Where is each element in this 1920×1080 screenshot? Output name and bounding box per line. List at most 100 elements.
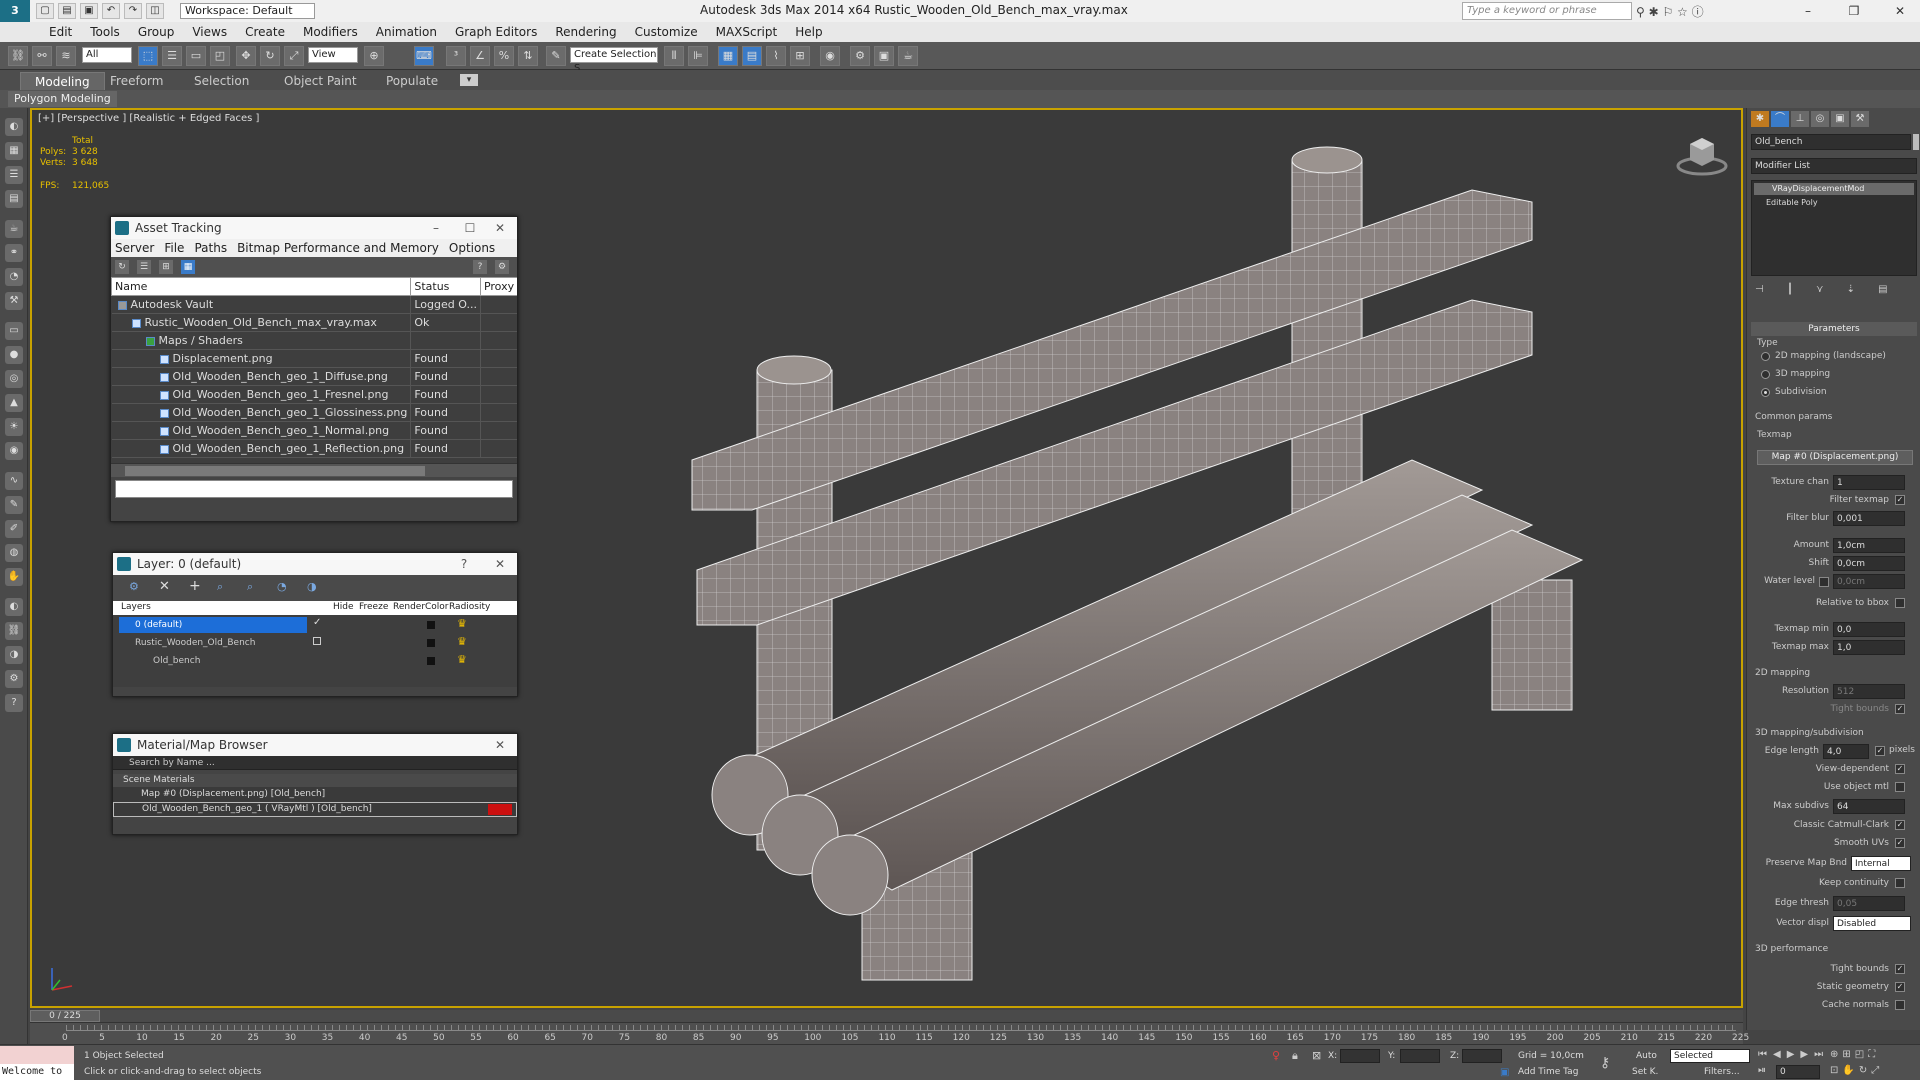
cache-normals-checkbox[interactable] [1895, 1000, 1905, 1010]
menu-customize[interactable]: Customize [626, 25, 707, 39]
layer-color-swatch[interactable] [427, 657, 435, 665]
mirror-icon[interactable]: ⫴ [664, 46, 684, 66]
menu-graph-editors[interactable]: Graph Editors [446, 25, 546, 39]
maxscript-listener[interactable]: Welcome to [0, 1046, 74, 1080]
absolute-mode-icon[interactable]: ⊠ [1312, 1049, 1321, 1062]
bench-3d-model[interactable] [632, 130, 1732, 990]
cone-icon[interactable]: ▲ [5, 394, 23, 412]
freeze-all-icon[interactable]: ◑ [307, 580, 317, 593]
viewport-nav-controls[interactable]: ⊕⊞◰⛶ [1830, 1049, 1879, 1060]
window-crossing-icon[interactable]: ◰ [210, 46, 230, 66]
grid-icon[interactable]: ▤ [5, 190, 23, 208]
column-proxy[interactable]: Proxy [479, 277, 517, 296]
time-slider[interactable]: 0 / 225 [30, 1010, 1743, 1022]
radiosity-icon[interactable]: ♛ [457, 617, 467, 630]
texmap-max-field[interactable]: 1,0 [1833, 640, 1905, 655]
select-layer-icon[interactable]: ⌕ [217, 580, 223, 594]
asset-path-field[interactable] [115, 480, 513, 498]
align-icon[interactable]: ⊫ [688, 46, 708, 66]
pixels-checkbox[interactable]: ✓ [1875, 746, 1885, 756]
select-by-name-icon[interactable]: ☰ [162, 46, 182, 66]
utilities-tab-icon[interactable]: ⚒ [1851, 111, 1869, 127]
box-icon[interactable]: ▭ [5, 322, 23, 340]
texmap-min-field[interactable]: 0,0 [1833, 622, 1905, 637]
maximize-icon[interactable]: ☐ [457, 217, 483, 239]
keep-continuity-checkbox[interactable] [1895, 878, 1905, 888]
table-row[interactable]: Old_Wooden_Bench_geo_1_Normal.png Found [111, 421, 517, 440]
camera-icon[interactable]: ◉ [5, 442, 23, 460]
add-time-tag[interactable]: Add Time Tag [1518, 1067, 1578, 1077]
help-icon[interactable]: ? [473, 260, 487, 274]
stack-item-vray-displacement[interactable]: VRayDisplacementMod [1754, 183, 1914, 195]
material-browser-titlebar[interactable]: Material/Map Browser ✕ [113, 734, 517, 756]
hand-icon[interactable]: ✋ [5, 568, 23, 586]
auto-key-button[interactable]: Auto [1636, 1051, 1657, 1061]
scrollbar-thumb[interactable] [125, 466, 425, 476]
layer-color-swatch[interactable] [427, 621, 435, 629]
stack-item-editable-poly[interactable]: Editable Poly [1754, 197, 1914, 209]
menu-bitmap-performance[interactable]: Bitmap Performance and Memory [237, 239, 439, 257]
search-input[interactable]: Type a keyword or phrase [1462, 2, 1632, 20]
smooth-uvs-checkbox[interactable]: ✓ [1895, 838, 1905, 848]
help-icon[interactable]: ? [5, 694, 23, 712]
tab-populate[interactable]: Populate [372, 72, 452, 90]
menu-options[interactable]: Options [449, 239, 495, 257]
track-bar[interactable]: 0 5 10 15 20 25 30 35 40 45 50 55 60 65 70 75 80 85 90 95 10… [30, 1022, 1749, 1044]
material-list-item[interactable]: Old_Wooden_Bench_geo_1 ( VRayMtl ) [Old_… [113, 802, 517, 817]
layer-row[interactable]: Old_bench [119, 653, 200, 671]
column-hide[interactable]: Hide [333, 602, 354, 612]
render-setup-icon[interactable]: ⚙ [850, 46, 870, 66]
menu-create[interactable]: Create [236, 25, 294, 39]
reactor-icon[interactable]: ◑ [5, 646, 23, 664]
menu-rendering[interactable]: Rendering [546, 25, 625, 39]
radio-3d-mapping[interactable] [1761, 370, 1770, 379]
relative-bbox-checkbox[interactable] [1895, 598, 1905, 608]
viewport-orbit-controls[interactable]: ⊡✋↻⤢ [1830, 1065, 1883, 1076]
motion-tab-icon[interactable]: ◎ [1811, 111, 1829, 127]
max-subdivs-field[interactable]: 64 [1833, 799, 1905, 814]
link-helper-icon[interactable]: ⛓ [5, 622, 23, 640]
menu-tools[interactable]: Tools [81, 25, 129, 39]
layer-color-swatch[interactable] [427, 639, 435, 647]
percent-snap-icon[interactable]: % [494, 46, 514, 66]
table-row[interactable]: Old_Wooden_Bench_geo_1_Reflection.png Fou… [111, 439, 517, 458]
horizontal-scrollbar[interactable] [111, 463, 517, 477]
preserve-map-bnd-dropdown[interactable]: Internal [1851, 856, 1911, 871]
curve-editor-icon[interactable]: ⌇ [766, 46, 786, 66]
menu-maxscript[interactable]: MAXScript [707, 25, 787, 39]
table-row[interactable]: Old_Wooden_Bench_geo_1_Diffuse.png Found [111, 367, 517, 386]
key-icon[interactable]: ⚷ [1600, 1055, 1610, 1071]
classic-catmull-checkbox[interactable]: ✓ [1895, 820, 1905, 830]
unlink-icon[interactable]: ⚯ [32, 46, 52, 66]
redo-icon[interactable]: ↷ [124, 3, 142, 19]
settings-icon[interactable]: ⚙ [495, 260, 509, 274]
light-icon[interactable]: ☀ [5, 418, 23, 436]
object-name-field[interactable]: Old_bench [1751, 134, 1911, 150]
angle-snap-icon[interactable]: ∠ [470, 46, 490, 66]
filter-texmap-checkbox[interactable]: ✓ [1895, 495, 1905, 505]
table-row[interactable]: Old_Wooden_Bench_geo_1_Glossiness.png Fou… [111, 403, 517, 422]
infocenter-icons[interactable]: ⚲ ✱ ⚐ ☆ ⓘ [1636, 3, 1704, 20]
snaps-toggle-icon[interactable]: ³ [446, 46, 466, 66]
close-icon[interactable]: ✕ [487, 217, 513, 239]
menu-server[interactable]: Server [115, 239, 154, 257]
delete-layer-icon[interactable]: ✕ [159, 579, 170, 594]
gizmo-icon[interactable]: ⚭ [5, 244, 23, 262]
table-row[interactable]: Maps / Shaders [111, 331, 517, 350]
texmap-button[interactable]: Map #0 (Displacement.png) [1757, 450, 1913, 465]
new-file-icon[interactable]: ▢ [36, 3, 54, 19]
radio-subdivision[interactable] [1761, 388, 1770, 397]
playback-controls[interactable]: ⏮◀▶▶⏭ [1758, 1049, 1829, 1060]
project-folder-icon[interactable]: ◫ [146, 3, 164, 19]
close-icon[interactable]: ✕ [487, 734, 513, 756]
menu-edit[interactable]: Edit [40, 25, 81, 39]
menu-views[interactable]: Views [183, 25, 236, 39]
refresh-icon[interactable]: ↻ [115, 260, 129, 274]
teapot-icon[interactable]: ☕ [5, 220, 23, 238]
use-object-mtl-checkbox[interactable] [1895, 782, 1905, 792]
time-slider-knob[interactable]: 0 / 225 [30, 1010, 100, 1022]
parameters-rollout[interactable]: Parameters [1751, 322, 1917, 336]
link-icon[interactable]: ⛓ [8, 46, 28, 66]
tab-modeling[interactable]: Modeling [20, 72, 105, 90]
lock-icon[interactable]: 🔒︎ [1292, 1049, 1298, 1063]
